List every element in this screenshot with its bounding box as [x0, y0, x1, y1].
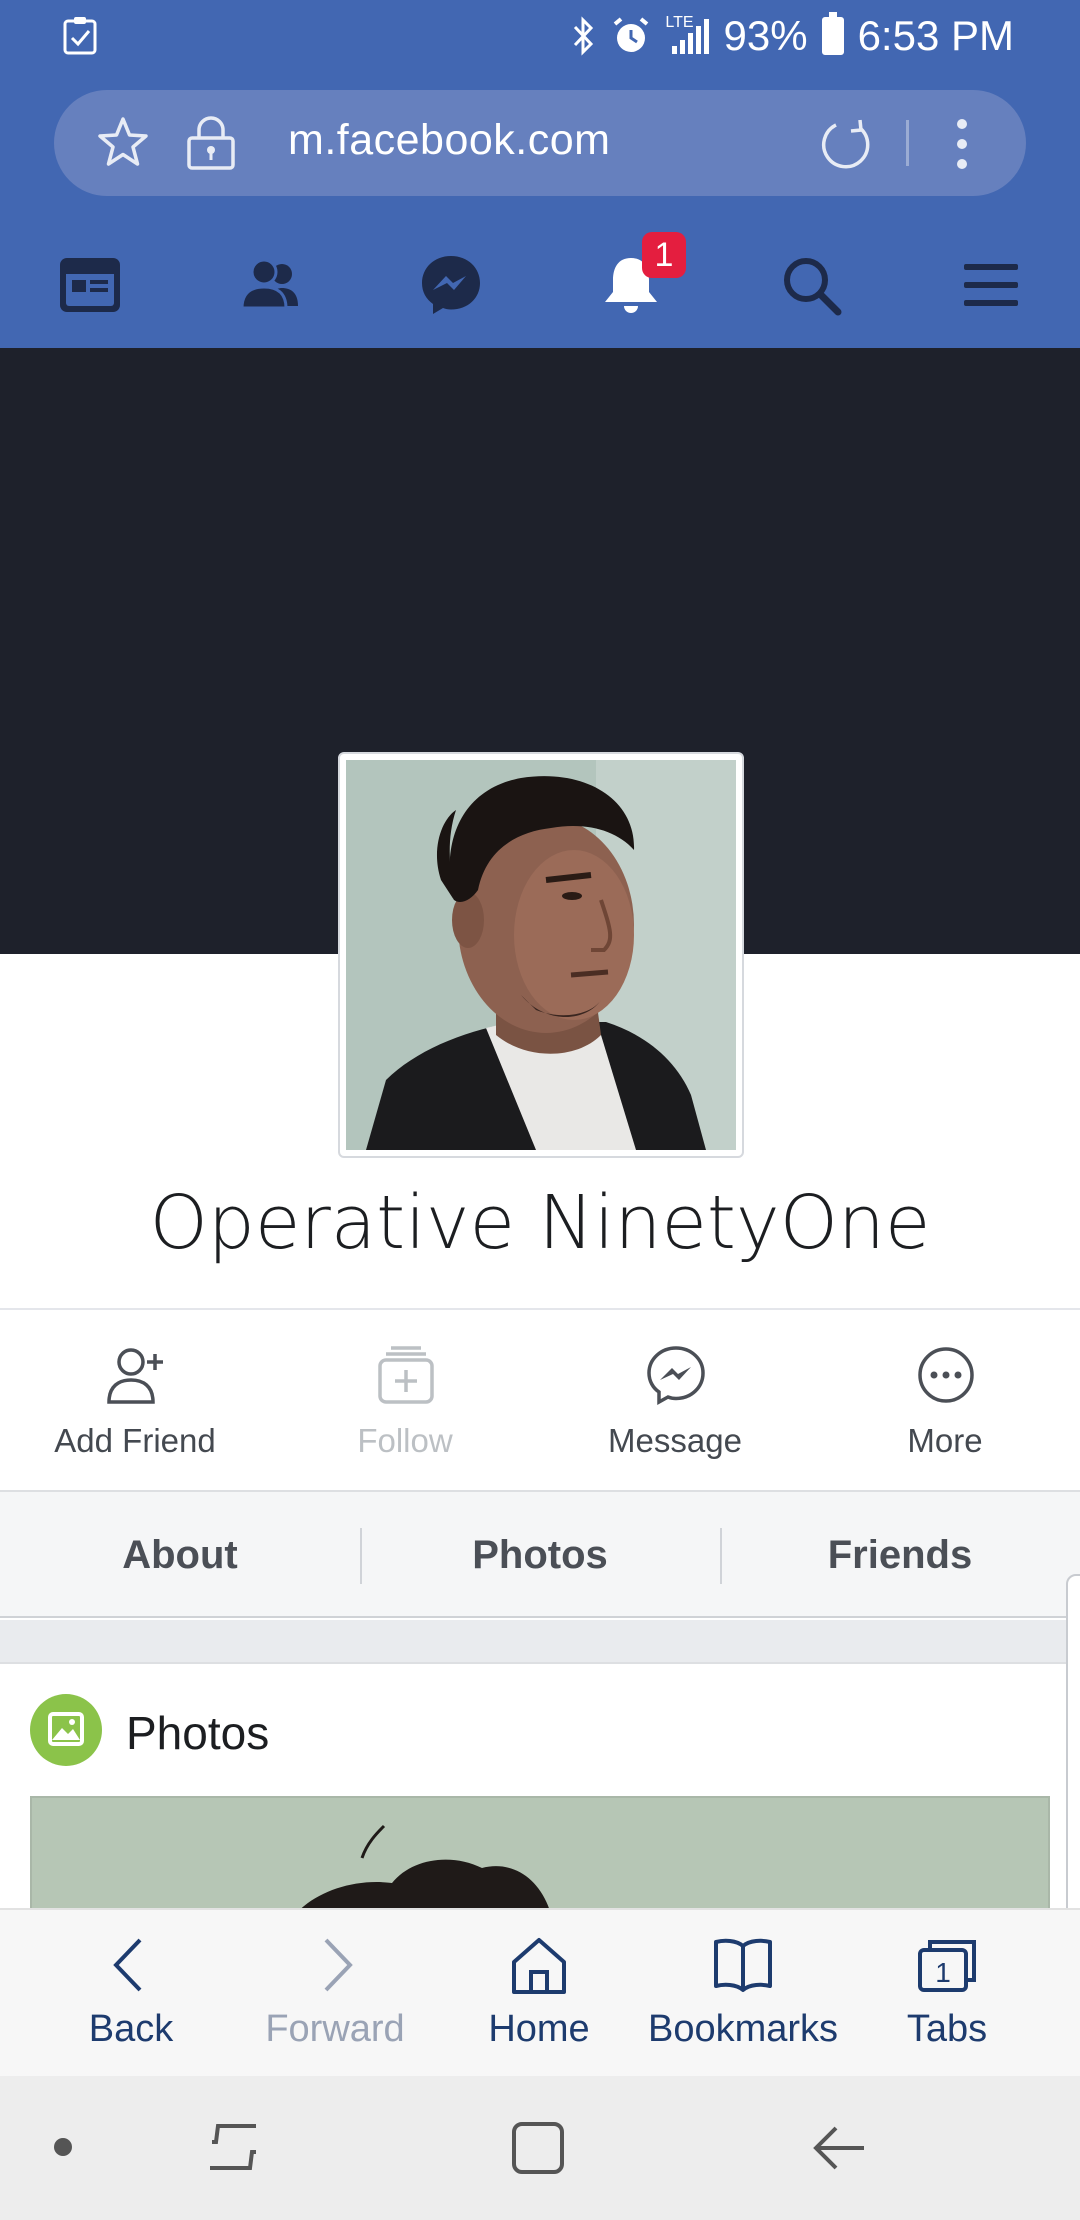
tab-count: 1 — [935, 1957, 951, 1988]
bookmarks-label: Bookmarks — [647, 2008, 839, 2050]
back-label: Back — [88, 2008, 174, 2050]
signal-icon — [671, 19, 709, 54]
tab-about[interactable]: About — [0, 1492, 360, 1618]
home-nav-icon[interactable] — [508, 2118, 568, 2178]
profile-tabs: About Photos Friends — [0, 1492, 1080, 1618]
alarm-icon — [614, 17, 649, 52]
message-label: Message — [608, 1422, 742, 1459]
follow-button[interactable]: Follow — [270, 1310, 540, 1494]
message-button[interactable]: Message — [540, 1310, 810, 1494]
add-friend-label: Add Friend — [54, 1422, 216, 1459]
more-icon — [918, 1347, 974, 1403]
profile-picture[interactable] — [338, 752, 744, 1158]
photos-section-title[interactable]: Photos — [126, 1706, 269, 1760]
bookmarks-button[interactable]: Bookmarks — [638, 1910, 848, 2078]
tab-photos[interactable]: Photos — [360, 1492, 720, 1618]
follow-icon — [378, 1346, 434, 1404]
bookmarks-icon — [714, 1938, 772, 1992]
bookmark-star-icon[interactable] — [94, 114, 152, 172]
photos-icon — [30, 1694, 102, 1766]
back-button[interactable]: Back — [26, 1910, 236, 2078]
reload-icon[interactable] — [816, 116, 874, 174]
facebook-nav — [0, 222, 1080, 348]
friends-icon[interactable] — [236, 250, 306, 320]
system-nav-bar — [0, 2076, 1080, 2220]
follow-label: Follow — [357, 1422, 453, 1459]
home-icon — [512, 1938, 566, 1994]
section-divider — [0, 1620, 1080, 1664]
browser-toolbar: m.facebook.com — [0, 72, 1080, 222]
home-button[interactable]: Home — [434, 1910, 644, 2078]
messenger-icon[interactable] — [416, 250, 486, 320]
forward-button[interactable]: Forward — [230, 1910, 440, 2078]
toolbar-divider — [906, 120, 909, 166]
profile-name: Operative NinetyOne — [149, 1180, 931, 1266]
lock-icon[interactable] — [184, 112, 238, 172]
back-icon — [113, 1938, 142, 1992]
bluetooth-icon — [574, 16, 594, 56]
messenger-icon — [647, 1346, 705, 1405]
url-text[interactable]: m.facebook.com — [288, 116, 610, 165]
tabs-label: Tabs — [906, 2008, 988, 2050]
profile-photo-image — [346, 760, 736, 1150]
status-bar: LTE 93% 6:53 PM — [0, 0, 1080, 72]
add-friend-button[interactable]: Add Friend — [0, 1310, 270, 1494]
browser-bottom-toolbar: Back Forward Home Bookmarks 1 Tabs — [0, 1908, 1080, 2076]
photos-section: Photos — [0, 1666, 1080, 1916]
tabs-button[interactable]: 1 Tabs — [842, 1910, 1052, 2078]
notification-badge: 1 — [642, 232, 686, 278]
recent-apps-icon[interactable] — [206, 2120, 262, 2176]
news-feed-icon[interactable] — [56, 250, 126, 320]
profile-actions: Add Friend Follow Message More — [0, 1308, 1080, 1492]
more-button[interactable]: More — [810, 1310, 1080, 1494]
address-bar[interactable]: m.facebook.com — [54, 90, 1026, 196]
forward-icon — [324, 1938, 353, 1992]
home-label: Home — [488, 2008, 590, 2050]
system-back-icon[interactable] — [810, 2120, 870, 2176]
battery-percent: 93% — [723, 12, 808, 59]
tabs-icon: 1 — [918, 1940, 976, 1992]
search-icon[interactable] — [776, 250, 846, 320]
tab-friends[interactable]: Friends — [720, 1492, 1080, 1618]
add-friend-icon — [107, 1348, 163, 1404]
nav-dot-icon[interactable] — [52, 2136, 74, 2158]
menu-icon[interactable] — [956, 250, 1026, 320]
forward-label: Forward — [265, 2008, 405, 2050]
task-checklist-icon — [63, 17, 97, 55]
photo-thumbnail[interactable] — [30, 1796, 1050, 1916]
battery-icon — [821, 12, 844, 55]
overflow-menu-icon[interactable] — [954, 116, 970, 172]
clock-time: 6:53 PM — [857, 12, 1014, 59]
more-label: More — [907, 1422, 983, 1459]
